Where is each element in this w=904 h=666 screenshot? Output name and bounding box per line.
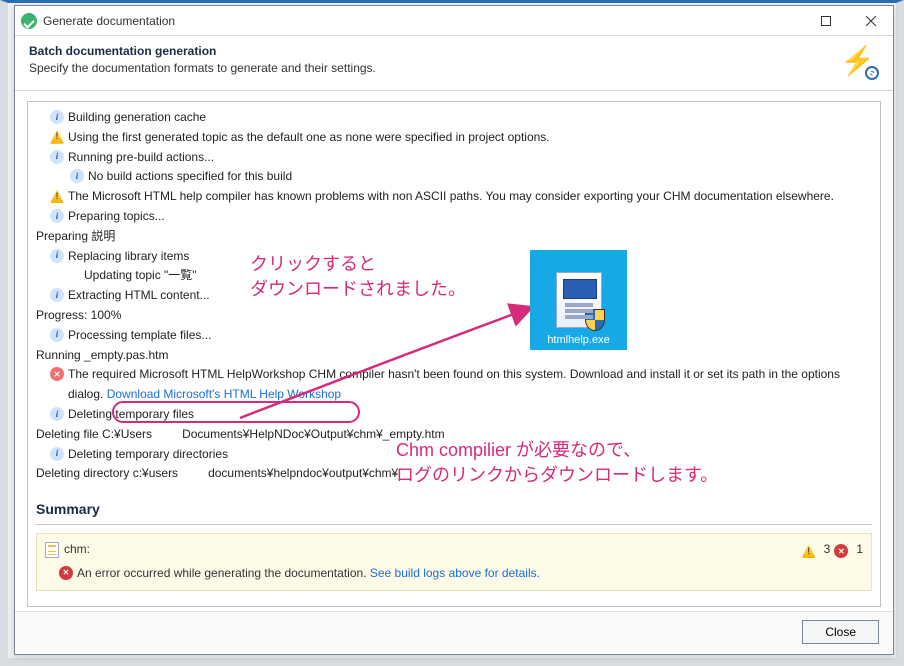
info-icon xyxy=(50,328,64,342)
log-line: Deleting directory c:¥users documents¥he… xyxy=(36,464,398,484)
log-line: Running _empty.pas.htm xyxy=(36,346,169,366)
summary-warn-count: 3 xyxy=(824,540,831,560)
divider xyxy=(36,524,872,525)
log-line: Running pre-build actions... xyxy=(68,148,214,168)
installer-file-icon xyxy=(556,272,602,328)
subheader: Batch documentation generation Specify t… xyxy=(15,36,893,91)
log-line: Preparing topics... xyxy=(68,207,165,227)
log-line: The required Microsoft HTML HelpWorkshop… xyxy=(68,365,872,405)
log-line: Deleting file C:¥Users Documents¥HelpNDo… xyxy=(36,425,445,445)
window-close-button[interactable] xyxy=(848,6,893,36)
summary-msg: An error occurred while generating the d… xyxy=(77,564,540,584)
info-icon xyxy=(70,169,84,183)
close-icon xyxy=(866,16,876,26)
uac-shield-icon xyxy=(585,309,605,331)
warn-icon xyxy=(50,189,64,203)
info-icon xyxy=(50,447,64,461)
info-icon xyxy=(50,150,64,164)
download-html-help-link[interactable]: Download Microsoft's HTML Help Workshop xyxy=(107,387,341,401)
maximize-icon xyxy=(821,16,831,26)
info-icon xyxy=(50,407,64,421)
info-icon xyxy=(50,249,64,263)
log-line: The Microsoft HTML help compiler has kno… xyxy=(68,187,834,207)
app-icon xyxy=(21,13,37,29)
log-line: No build actions specified for this buil… xyxy=(88,167,292,187)
log-line: Updating topic "一覧" xyxy=(84,266,197,286)
desktop-icon-label: htmlhelp.exe xyxy=(547,334,609,346)
summary-heading: Summary xyxy=(36,498,872,521)
log-line: Replacing library items xyxy=(68,247,189,267)
maximize-button[interactable] xyxy=(803,6,848,36)
log-line: Building generation cache xyxy=(68,108,206,128)
gear-icon xyxy=(865,66,879,80)
window-title: Generate documentation xyxy=(43,14,803,28)
error-icon xyxy=(59,566,73,580)
log-line: Processing template files... xyxy=(68,326,211,346)
subheader-sub: Specify the documentation formats to gen… xyxy=(29,61,843,75)
build-log[interactable]: Building generation cache Using the firs… xyxy=(27,101,881,607)
log-line: Preparing 説明 xyxy=(36,227,115,247)
chm-file-icon xyxy=(45,542,59,558)
log-line: Using the first generated topic as the d… xyxy=(68,128,550,148)
summary-name: chm: xyxy=(64,540,90,560)
close-button[interactable]: Close xyxy=(802,620,879,644)
htmlhelp-desktop-icon[interactable]: htmlhelp.exe xyxy=(530,250,627,350)
summary-box: chm: 3 1 An error occurred while generat… xyxy=(36,533,872,591)
summary-err-count: 1 xyxy=(856,540,863,560)
log-line: Deleting temporary files xyxy=(68,405,194,425)
info-icon xyxy=(50,209,64,223)
button-row: Close xyxy=(15,611,893,654)
generate-icon: ⚡ xyxy=(843,44,879,80)
log-line: Progress: 100% xyxy=(36,306,121,326)
warn-icon xyxy=(50,130,64,144)
info-icon xyxy=(50,288,64,302)
subheader-heading: Batch documentation generation xyxy=(29,44,843,58)
info-icon xyxy=(50,110,64,124)
log-line: Extracting HTML content... xyxy=(68,286,210,306)
error-icon xyxy=(50,367,64,381)
generate-documentation-dialog: Generate documentation Batch documentati… xyxy=(14,5,894,655)
error-icon xyxy=(834,544,848,558)
see-build-logs-link[interactable]: See build logs above for details. xyxy=(370,566,540,580)
titlebar: Generate documentation xyxy=(15,6,893,36)
warn-icon xyxy=(802,544,816,558)
log-line: Deleting temporary directories xyxy=(68,445,228,465)
